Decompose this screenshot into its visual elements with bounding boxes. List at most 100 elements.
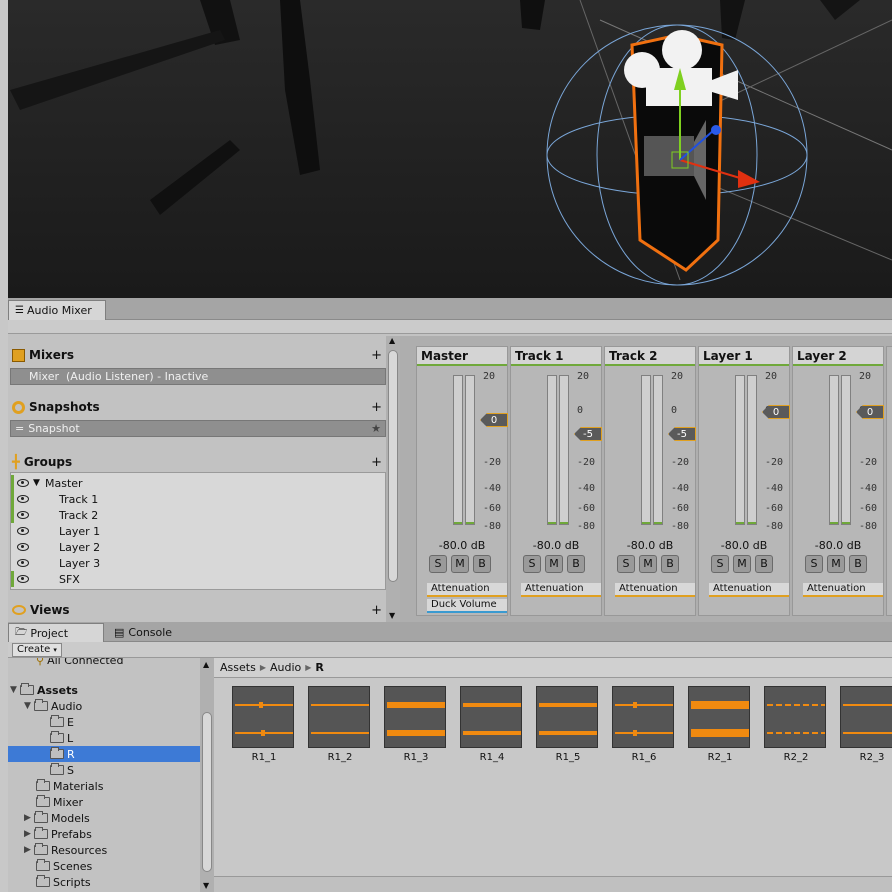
add-mixer-button[interactable]: + — [371, 348, 382, 363]
mixer-left-scrollbar[interactable]: ▲ ▼ — [386, 336, 400, 622]
eye-icon[interactable] — [17, 575, 29, 583]
asset-item[interactable]: R1_5 — [536, 686, 600, 763]
add-group-button[interactable]: + — [371, 455, 382, 470]
scroll-up-icon[interactable]: ▲ — [389, 336, 395, 345]
group-item-layer-2[interactable]: Layer 2 — [11, 539, 385, 555]
tree-item-scenes[interactable]: Scenes — [8, 858, 200, 874]
volume-fader-handle[interactable]: -5 — [668, 427, 696, 441]
scrollbar-thumb[interactable] — [202, 712, 212, 872]
group-item-sfx[interactable]: SFX — [11, 571, 385, 587]
solo-button[interactable]: S — [523, 555, 541, 573]
tree-item-assets[interactable]: ▼ Assets — [8, 682, 200, 698]
eye-icon[interactable] — [17, 543, 29, 551]
tree-item-mixer[interactable]: Mixer — [8, 794, 200, 810]
tree-item-all-connected[interactable]: ⚲ All Connected — [8, 658, 200, 668]
level-meter-right — [559, 375, 569, 525]
asset-item[interactable]: R1_4 — [460, 686, 524, 763]
asset-item[interactable]: R1_2 — [308, 686, 372, 763]
meter-tick: -80 — [671, 521, 690, 532]
create-dropdown-button[interactable]: Create ▾ — [12, 643, 62, 657]
folder-icon — [36, 875, 50, 887]
bypass-button[interactable]: B — [755, 555, 773, 573]
tree-item-e[interactable]: E — [8, 714, 200, 730]
asset-item[interactable]: R1_3 — [384, 686, 448, 763]
effect-attenuation[interactable]: Attenuation — [615, 583, 695, 597]
tree-item-r[interactable]: R — [8, 746, 200, 762]
eye-icon[interactable] — [17, 511, 29, 519]
eye-icon[interactable] — [17, 527, 29, 535]
bypass-button[interactable]: B — [849, 555, 867, 573]
effect-duck-volume[interactable]: Duck Volume — [427, 599, 507, 613]
scroll-down-icon[interactable]: ▼ — [389, 611, 395, 620]
scene-view[interactable] — [0, 0, 892, 298]
mute-button[interactable]: M — [451, 555, 469, 573]
tree-scrollbar[interactable]: ▲ ▼ — [200, 658, 214, 892]
effect-attenuation[interactable]: Attenuation — [803, 583, 883, 597]
asset-item[interactable]: R1_6 — [612, 686, 676, 763]
eye-icon[interactable] — [17, 559, 29, 567]
snapshot-list-item[interactable]: = Snapshot ★ — [10, 420, 386, 437]
asset-item[interactable]: R2_2 — [764, 686, 828, 763]
breadcrumb-item-r[interactable]: R — [315, 661, 323, 674]
tree-item-resources[interactable]: ▶ Resources — [8, 842, 200, 858]
solo-button[interactable]: S — [805, 555, 823, 573]
group-label: Layer 2 — [59, 540, 101, 554]
eye-icon[interactable] — [17, 479, 29, 487]
scrollbar-thumb[interactable] — [388, 350, 398, 582]
mixer-list-item[interactable]: Mixer (Audio Listener) - Inactive — [10, 368, 386, 385]
mute-button[interactable]: M — [639, 555, 657, 573]
meter-tick: -40 — [671, 483, 690, 494]
effect-attenuation[interactable]: Attenuation — [427, 583, 507, 597]
bypass-button[interactable]: B — [567, 555, 585, 573]
breadcrumb-item-audio[interactable]: Audio — [270, 661, 301, 674]
expand-arrow-icon[interactable]: ▼ — [33, 478, 40, 488]
group-item-track-2[interactable]: Track 2 — [11, 507, 385, 523]
breadcrumb-item-assets[interactable]: Assets — [220, 661, 256, 674]
tree-item-s[interactable]: S — [8, 762, 200, 778]
audio-waveform-thumbnail — [612, 686, 674, 748]
collapsed-arrow-icon[interactable]: ▶ — [24, 829, 34, 839]
tab-audio-mixer[interactable]: ☰ Audio Mixer — [8, 300, 106, 320]
tree-item-models[interactable]: ▶ Models — [8, 810, 200, 826]
collapsed-arrow-icon[interactable]: ▶ — [24, 845, 34, 855]
tab-project[interactable]: 🗁 Project — [8, 623, 104, 643]
effect-attenuation[interactable]: Attenuation — [709, 583, 789, 597]
bypass-button[interactable]: B — [473, 555, 491, 573]
group-item-master[interactable]: ▼ Master — [11, 475, 385, 491]
tree-item-audio[interactable]: ▼ Audio — [8, 698, 200, 714]
tree-item-materials[interactable]: Materials — [8, 778, 200, 794]
mute-button[interactable]: M — [733, 555, 751, 573]
bypass-button[interactable]: B — [661, 555, 679, 573]
group-item-layer-3[interactable]: Layer 3 — [11, 555, 385, 571]
collapsed-arrow-icon[interactable]: ▶ — [24, 813, 34, 823]
solo-button[interactable]: S — [711, 555, 729, 573]
expand-arrow-icon[interactable]: ▼ — [10, 685, 20, 695]
mute-button[interactable]: M — [545, 555, 563, 573]
tree-item-scripts[interactable]: Scripts — [8, 874, 200, 890]
group-item-layer-1[interactable]: Layer 1 — [11, 523, 385, 539]
add-view-button[interactable]: + — [371, 603, 382, 618]
tree-item-l[interactable]: L — [8, 730, 200, 746]
audio-waveform-thumbnail — [308, 686, 370, 748]
audio-waveform-thumbnail — [384, 686, 446, 748]
effect-attenuation[interactable]: Attenuation — [521, 583, 601, 597]
expand-arrow-icon[interactable]: ▼ — [24, 701, 34, 711]
star-icon[interactable]: ★ — [371, 422, 381, 435]
eye-icon[interactable] — [17, 495, 29, 503]
tab-console[interactable]: ▤ Console — [114, 626, 172, 639]
mute-button[interactable]: M — [827, 555, 845, 573]
asset-item[interactable]: R1_1 — [232, 686, 296, 763]
add-snapshot-button[interactable]: + — [371, 400, 382, 415]
scroll-down-icon[interactable]: ▼ — [203, 881, 209, 890]
drag-handle-icon[interactable]: = — [15, 422, 24, 435]
asset-item[interactable]: R2_1 — [688, 686, 752, 763]
scroll-up-icon[interactable]: ▲ — [203, 660, 209, 669]
solo-button[interactable]: S — [429, 555, 447, 573]
tree-label: E — [67, 715, 74, 729]
tab-console-label: Console — [128, 626, 173, 639]
asset-item[interactable]: R2_3 — [840, 686, 892, 763]
group-item-track-1[interactable]: Track 1 — [11, 491, 385, 507]
tree-item-prefabs[interactable]: ▶ Prefabs — [8, 826, 200, 842]
solo-button[interactable]: S — [617, 555, 635, 573]
volume-fader-handle[interactable]: -5 — [574, 427, 602, 441]
